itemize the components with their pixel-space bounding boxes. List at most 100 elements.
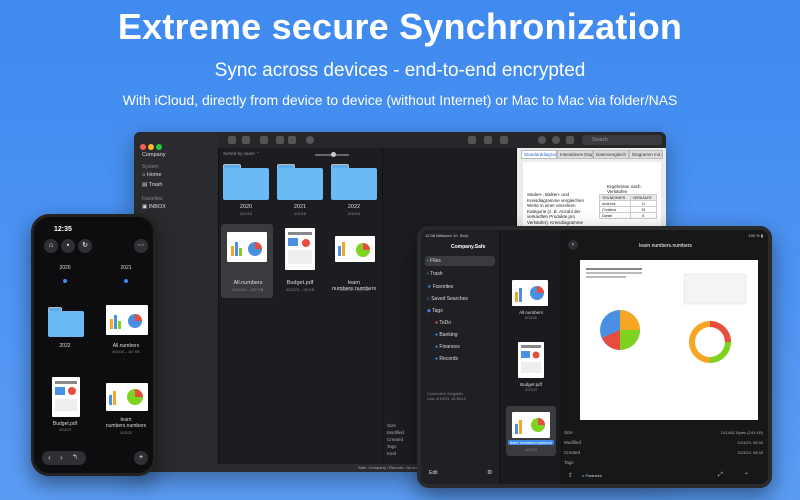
- last-sync-label: Last: 8/10/23, 12:38:15: [427, 397, 466, 401]
- spreadsheet-thumbnail[interactable]: [106, 305, 148, 335]
- pdf-thumbnail[interactable]: [52, 377, 80, 417]
- folder-icon[interactable]: [223, 164, 269, 200]
- edit-icon[interactable]: [566, 136, 574, 144]
- numbers-thumbnail[interactable]: [106, 383, 148, 411]
- sidebar-item-label: Trash: [430, 271, 443, 277]
- tab-interaktives-diagramm[interactable]: Interaktives Diagramm: [557, 150, 593, 159]
- sidebar-item-tags[interactable]: ◆ Tags: [427, 308, 443, 314]
- ipad-device: 12:36 Mittwoch 10. Sept. Company.Safe ▪ …: [417, 226, 772, 488]
- sidebar-item-label: INBOX: [148, 204, 166, 210]
- folder-icon[interactable]: [48, 307, 84, 337]
- meta-label-size: Size: [564, 430, 573, 435]
- file-meta: 3/23/23: [59, 428, 71, 432]
- sidebar-item-label: Finances: [439, 344, 460, 350]
- file-name: learn numbers.numbers: [508, 440, 554, 445]
- sidebar-item-label: Home: [146, 172, 162, 178]
- nav-controls: ‹ › ↰: [42, 451, 86, 465]
- sidebar-item-saved-searches[interactable]: ⌕ Saved Searches: [427, 296, 468, 302]
- meta-label-modified: Modified: [564, 440, 582, 445]
- file-name: learn numbers.numbers: [105, 417, 147, 429]
- tab-datenvergleich[interactable]: Datenvergleich: [593, 150, 629, 159]
- file-meta: 4/2016: [239, 211, 253, 216]
- lock-icon[interactable]: [500, 136, 508, 144]
- tag-chip[interactable]: ● Finances: [582, 473, 602, 478]
- close-window-button[interactable]: [140, 144, 146, 150]
- search-input[interactable]: Search: [582, 135, 662, 145]
- tag-records[interactable]: ● Records: [435, 356, 458, 362]
- sidebar-item-label: Tags: [432, 308, 443, 314]
- table-row: Daniel 6: [599, 212, 658, 219]
- zoom-window-button[interactable]: [156, 144, 162, 150]
- tag-todo[interactable]: ● ToDo: [435, 320, 451, 326]
- file-name: Budget.pdf: [520, 382, 542, 387]
- pdf-thumbnail[interactable]: [285, 228, 315, 270]
- sidebar-item-label: Banking: [439, 332, 458, 338]
- pdf-thumbnail[interactable]: [518, 342, 544, 378]
- zoom-slider-handle[interactable]: [331, 152, 336, 157]
- sidebar-item-favorites[interactable]: ★ Favorites: [427, 284, 453, 290]
- chevron-up-icon[interactable]: ⌃: [744, 472, 749, 479]
- up-icon[interactable]: [260, 136, 268, 144]
- sidebar-item-files[interactable]: ▪ Files: [427, 258, 441, 264]
- numbers-thumbnail[interactable]: [512, 412, 550, 438]
- sync-icon[interactable]: ↻: [78, 239, 92, 253]
- sidebar-item-label: Trash: [148, 182, 163, 188]
- table-cell: 6: [629, 212, 658, 219]
- gear-icon[interactable]: ⚙: [487, 469, 492, 476]
- sidebar-item-trash[interactable]: ▤ Trash: [142, 182, 163, 188]
- sidebar-item-home[interactable]: ⌂ Home: [142, 172, 162, 178]
- meta-label-tags: Tags: [564, 460, 574, 465]
- back-icon[interactable]: ‹: [48, 453, 51, 462]
- folder-icon[interactable]: [331, 164, 377, 200]
- minimize-window-button[interactable]: [148, 144, 154, 150]
- phone-clock: 12:35: [54, 226, 72, 233]
- tag-finances[interactable]: ● Finances: [435, 344, 460, 350]
- sidebar-item-label: Favorites: [432, 284, 454, 290]
- sidebar-item-inbox[interactable]: ▣ INBOX: [142, 204, 166, 210]
- numbers-thumbnail[interactable]: [335, 236, 375, 262]
- document-title: learn numbers.numbers: [639, 243, 692, 249]
- forward-icon[interactable]: [242, 136, 250, 144]
- sync-icon[interactable]: [306, 136, 314, 144]
- spreadsheet-thumbnail[interactable]: [227, 232, 267, 262]
- sidebar-item-label: Records: [439, 356, 459, 362]
- back-icon[interactable]: [228, 136, 236, 144]
- safe-title: Company.Safe: [451, 244, 486, 250]
- lock-icon[interactable]: ▪: [61, 239, 75, 253]
- sidebar-item-trash[interactable]: ▪ Trash: [427, 271, 443, 277]
- home-icon[interactable]: ⌂: [44, 239, 58, 253]
- new-folder-icon[interactable]: [468, 136, 476, 144]
- list-view-icon[interactable]: [276, 136, 284, 144]
- forward-icon[interactable]: ›: [60, 453, 63, 462]
- trash-icon: ▤: [142, 182, 149, 188]
- tab-standarddiagramme[interactable]: Standarddiagramme: [521, 150, 557, 159]
- headline-title: Extreme secure Synchronization: [117, 6, 683, 47]
- tag-banking[interactable]: ● Banking: [435, 332, 458, 338]
- expand-icon[interactable]: ⤢: [718, 472, 723, 479]
- preview-icon[interactable]: [552, 136, 560, 144]
- add-icon[interactable]: +: [134, 451, 148, 465]
- folder-icon[interactable]: [277, 164, 323, 200]
- metadata-panel: Size 243,882 Bytes (243 KB) Modified 3/2…: [562, 426, 768, 474]
- up-icon[interactable]: ↰: [72, 453, 78, 461]
- file-name: Budget.pdf: [52, 421, 78, 427]
- share-icon[interactable]: ⇪: [568, 472, 573, 479]
- iphone-device: 12:35 ⌂ ▪ ↻ ⋯ 2020 2021 2022 All.numbers…: [31, 214, 156, 476]
- info-icon[interactable]: [538, 136, 546, 144]
- edit-button[interactable]: Edit: [429, 470, 438, 476]
- file-name: All.numbers: [519, 310, 543, 315]
- inbox-icon: ▣: [142, 204, 149, 210]
- sidebar-item-label: Files: [430, 258, 441, 264]
- grid-view-icon[interactable]: [288, 136, 296, 144]
- sidebar-group[interactable]: Company: [142, 152, 166, 158]
- tab-diagramm-2-achsen[interactable]: Diagramm mit 2 Achsen: [629, 150, 663, 159]
- share-icon[interactable]: [484, 136, 492, 144]
- file-meta: 8/10/16 – 167 KB: [232, 287, 264, 292]
- file-meta: 8/10/16 – 167 KB: [112, 350, 140, 354]
- sort-label[interactable]: Sorted by name ⌃: [223, 151, 260, 157]
- file-name: 2022: [347, 204, 361, 210]
- spreadsheet-thumbnail[interactable]: [512, 280, 548, 306]
- meta-label-size: Size: [387, 423, 396, 428]
- more-icon[interactable]: ⋯: [134, 239, 148, 253]
- meta-label-modified: Modified: [387, 430, 405, 435]
